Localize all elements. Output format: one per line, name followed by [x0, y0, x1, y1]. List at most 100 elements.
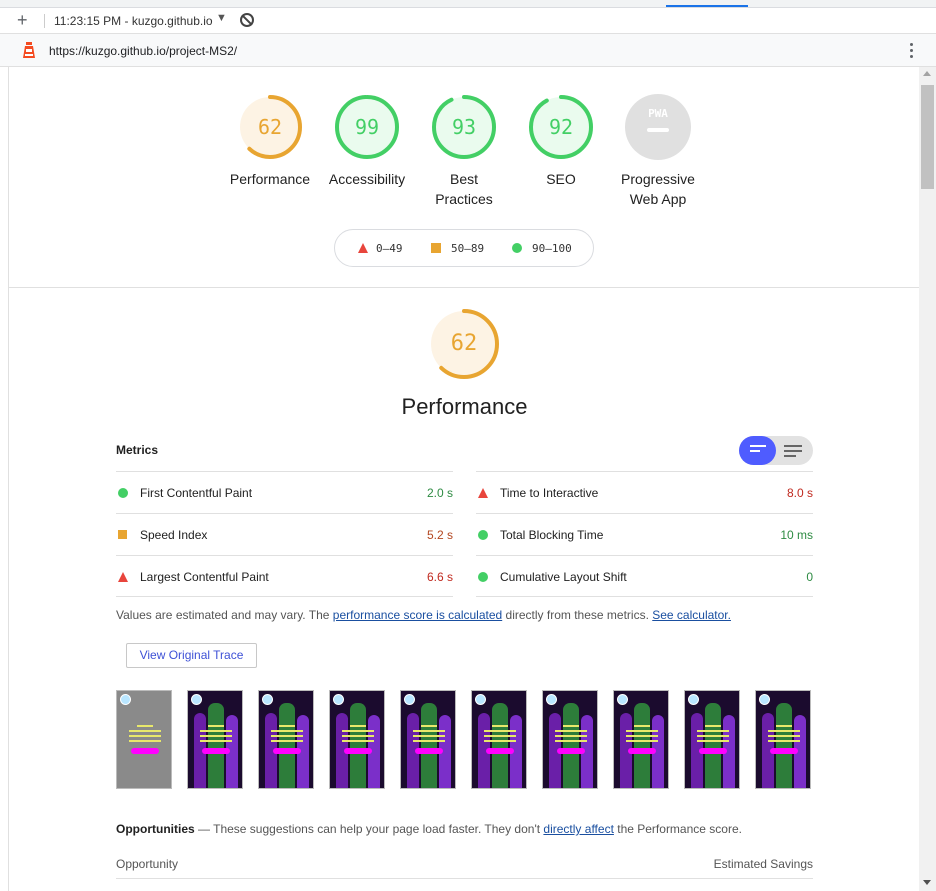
- toggle-compact-view[interactable]: [739, 436, 776, 465]
- text-line: [129, 740, 161, 742]
- gauge-performance[interactable]: 62 Performance: [215, 94, 325, 189]
- bottle-graphic: [563, 703, 579, 788]
- cta-button-graphic: [131, 748, 159, 754]
- text-line: [342, 735, 374, 737]
- bottle-graphic: [634, 703, 650, 788]
- scrollbar-thumb[interactable]: [921, 85, 934, 189]
- metric-row: Speed Index 5.2 s: [116, 513, 453, 555]
- performance-gauge: 62: [428, 308, 500, 380]
- site-logo-icon: [262, 694, 273, 705]
- filmstrip-frame: [471, 690, 527, 789]
- fail-triangle-icon: [478, 488, 488, 498]
- pass-circle-icon: [478, 530, 488, 540]
- text-line: [129, 730, 161, 732]
- text-line: [484, 740, 516, 742]
- opportunity-column-label: Opportunity: [116, 857, 179, 871]
- text-line: [555, 730, 587, 732]
- gauge-best-practices[interactable]: 93 Best Practices: [409, 94, 519, 209]
- clear-icon[interactable]: [240, 13, 254, 27]
- filmstrip-frame: [755, 690, 811, 789]
- gauge-label: Performance: [229, 171, 311, 187]
- bottle-graphic: [279, 703, 295, 788]
- metrics-view-toggle[interactable]: [739, 436, 813, 465]
- site-logo-icon: [191, 694, 202, 705]
- site-logo-icon: [546, 694, 557, 705]
- metric-name: Time to Interactive: [500, 486, 599, 500]
- text-line: [563, 725, 579, 727]
- expanded-view-icon[interactable]: [784, 445, 802, 460]
- text-line: [208, 725, 224, 727]
- site-logo-icon: [120, 694, 131, 705]
- metric-row: Cumulative Layout Shift 0: [476, 555, 813, 597]
- lighthouse-icon: [23, 42, 35, 58]
- gauge-accessibility[interactable]: 99 Accessibility: [312, 94, 422, 189]
- directly-affect-link[interactable]: directly affect: [543, 822, 613, 836]
- metrics-heading: Metrics: [116, 443, 159, 457]
- chevron-down-icon[interactable]: ▼: [216, 12, 227, 24]
- scroll-down-icon[interactable]: [923, 880, 931, 885]
- legend-fail: 0–49: [358, 242, 403, 255]
- text-line: [484, 735, 516, 737]
- text-line: [697, 735, 729, 737]
- gauge-label: Best Practices: [435, 171, 493, 207]
- score-calculated-link[interactable]: performance score is calculated: [333, 608, 502, 622]
- text-line: [421, 725, 437, 727]
- text-line: [342, 740, 374, 742]
- metric-row: First Contentful Paint 2.0 s: [116, 471, 453, 513]
- filmstrip-frame: [258, 690, 314, 789]
- title-dash: —: [194, 822, 214, 836]
- see-calculator-link[interactable]: See calculator.: [652, 608, 731, 622]
- site-logo-icon: [404, 694, 415, 705]
- filmstrip-frame: [116, 690, 172, 789]
- cta-button-graphic: [415, 748, 443, 754]
- text-line: [705, 725, 721, 727]
- more-options-icon[interactable]: [905, 42, 917, 60]
- text-line: [768, 730, 800, 732]
- cta-button-graphic: [628, 748, 656, 754]
- new-report-icon[interactable]: +: [17, 10, 28, 30]
- opportunities-title: Opportunities: [116, 822, 195, 836]
- text-line: [776, 725, 792, 727]
- cta-button-graphic: [699, 748, 727, 754]
- metric-row: Time to Interactive 8.0 s: [476, 471, 813, 513]
- metric-name: First Contentful Paint: [140, 486, 253, 500]
- metrics-note: Values are estimated and may vary. The p…: [116, 608, 731, 622]
- bottle-graphic: [208, 703, 224, 788]
- metric-name: Total Blocking Time: [500, 528, 604, 542]
- gauge-label: Progressive Web App: [621, 171, 695, 207]
- pass-circle-icon: [478, 572, 488, 582]
- metric-name: Cumulative Layout Shift: [500, 570, 627, 584]
- text-line: [626, 735, 658, 737]
- gauge-pwa[interactable]: PWA Progressive Web App: [603, 94, 713, 209]
- gauge-label: SEO: [546, 171, 576, 187]
- table-divider: [116, 878, 813, 879]
- metric-value: 0: [806, 570, 813, 584]
- report-selector[interactable]: 11:23:15 PM - kuzgo.github.io: [54, 14, 213, 28]
- text-line: [768, 735, 800, 737]
- devtools-toolbar: + 11:23:15 PM - kuzgo.github.io ▼: [0, 8, 936, 34]
- active-tab-indicator: [666, 5, 748, 7]
- metric-row: Largest Contentful Paint 6.6 s: [116, 555, 453, 597]
- text-line: [555, 735, 587, 737]
- gauge-score: 99: [354, 115, 380, 139]
- scroll-up-icon[interactable]: [923, 71, 931, 76]
- filmstrip-frame: [187, 690, 243, 789]
- average-square-icon: [118, 530, 127, 539]
- url-bar: https://kuzgo.github.io/project-MS2/: [0, 34, 936, 67]
- note-text: Values are estimated and may vary. The: [116, 608, 333, 622]
- legend-average: 50–89: [431, 242, 484, 255]
- note-text-mid: directly from these metrics.: [502, 608, 653, 622]
- text-line: [342, 730, 374, 732]
- text-line: [271, 735, 303, 737]
- cta-button-graphic: [557, 748, 585, 754]
- opportunities-header: Opportunities — These suggestions can he…: [116, 822, 742, 836]
- vertical-scrollbar[interactable]: [919, 67, 936, 891]
- view-original-trace-button[interactable]: View Original Trace: [126, 643, 257, 668]
- tab-strip: [0, 0, 936, 8]
- text-line: [768, 740, 800, 742]
- text-line: [271, 740, 303, 742]
- gauge-seo[interactable]: 92 SEO: [506, 94, 616, 189]
- text-line: [350, 725, 366, 727]
- text-line: [137, 725, 153, 727]
- gauge-score: 92: [548, 115, 574, 139]
